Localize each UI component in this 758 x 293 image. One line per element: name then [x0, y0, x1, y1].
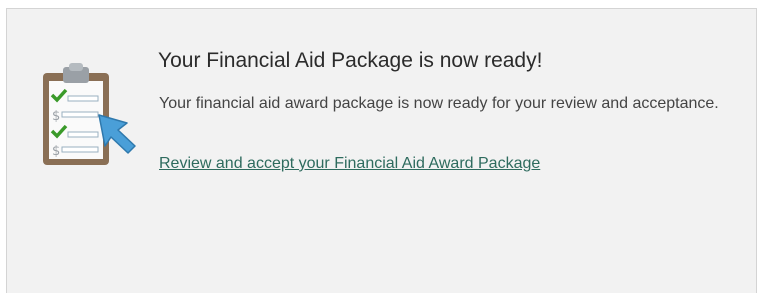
notice-title: Your Financial Aid Package is now ready! [158, 49, 543, 72]
svg-text:$: $ [52, 144, 60, 159]
clipboard-checklist-icon: $ $ [41, 63, 137, 167]
notice-message: Your financial aid award package is now … [159, 95, 719, 112]
financial-aid-notice-panel: $ $ Your Financial Aid Package is now re… [6, 8, 757, 293]
svg-text:$: $ [52, 109, 60, 124]
review-accept-award-link[interactable]: Review and accept your Financial Aid Awa… [159, 155, 540, 173]
